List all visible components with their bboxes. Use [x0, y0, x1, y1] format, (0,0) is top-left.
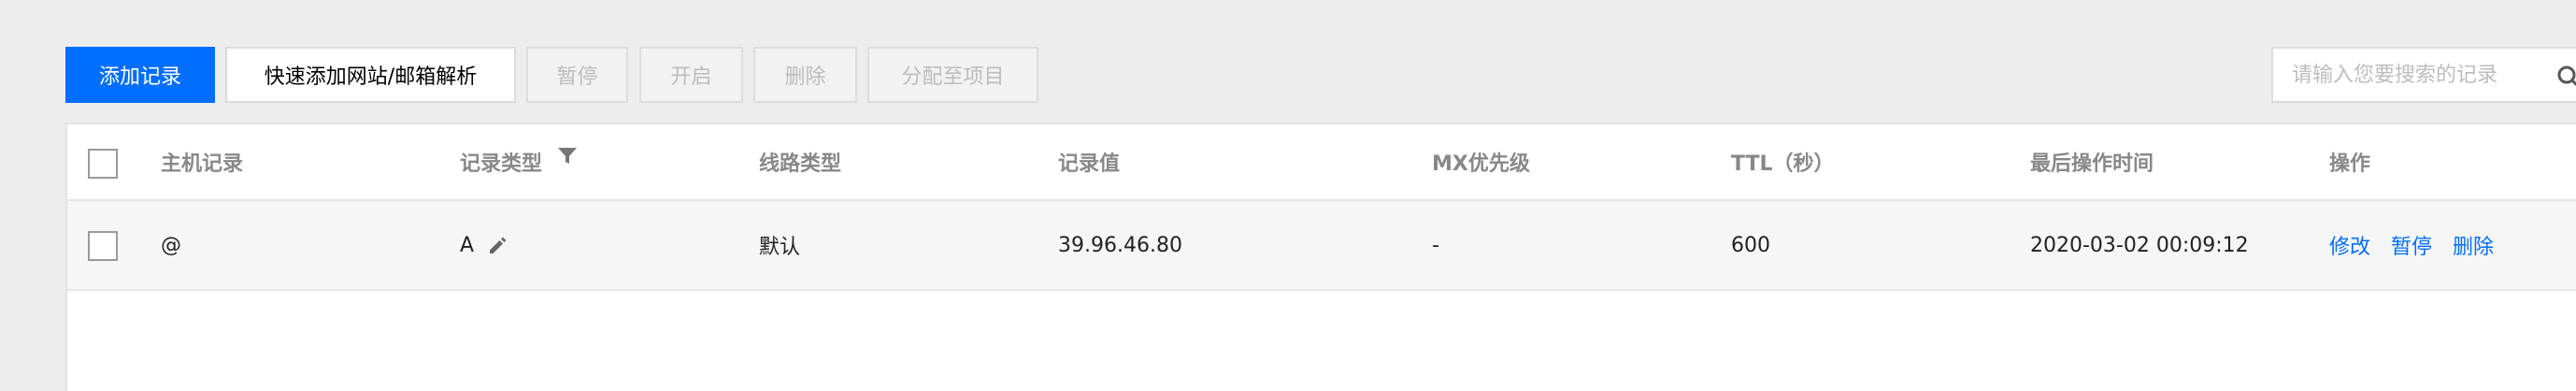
delete-link[interactable]: 删除 [2453, 230, 2494, 260]
header-host: 主机记录 [161, 152, 244, 176]
pause-link[interactable]: 暂停 [2391, 230, 2432, 260]
cell-host: @ [161, 233, 181, 257]
header-updated: 最后操作时间 [2030, 152, 2154, 176]
filter-icon[interactable] [557, 146, 580, 168]
cell-ttl: 600 [1731, 233, 1770, 257]
search-box [2271, 47, 2576, 103]
header-line: 线路类型 [759, 152, 842, 176]
select-all-checkbox[interactable] [88, 149, 118, 179]
add-record-button[interactable]: 添加记录 [65, 47, 215, 103]
cell-updated: 2020-03-02 00:09:12 [2030, 233, 2249, 257]
toolbar: 添加记录 快速添加网站/邮箱解析 暂停 开启 删除 分配至项目 [0, 0, 2576, 122]
header-mx: MX优先级 [1432, 152, 1530, 176]
edit-icon[interactable] [487, 234, 509, 256]
cell-value: 39.96.46.80 [1058, 233, 1182, 257]
table-row: @ A 默认 39.96.46.80 - 600 2020-03-02 00:0… [67, 201, 2576, 291]
header-type[interactable]: 记录类型 [460, 124, 580, 199]
quick-add-button[interactable]: 快速添加网站/邮箱解析 [225, 47, 516, 103]
delete-button[interactable]: 删除 [753, 47, 857, 103]
table-header: 主机记录 记录类型 线路类型 记录值 MX优先级 TTL（秒） 最后操作时间 操… [67, 124, 2576, 201]
cell-mx: - [1432, 233, 1439, 257]
header-value: 记录值 [1058, 152, 1121, 176]
start-button[interactable]: 开启 [639, 47, 743, 103]
header-actions: 操作 [2329, 152, 2371, 176]
search-input[interactable] [2292, 63, 2535, 87]
cell-line: 默认 [759, 236, 801, 259]
row-checkbox[interactable] [88, 231, 118, 261]
cell-actions: 修改 暂停 删除 [2329, 201, 2514, 289]
header-type-label: 记录类型 [460, 152, 543, 176]
header-ttl: TTL（秒） [1731, 152, 1835, 176]
cell-type: A [460, 201, 509, 289]
records-table: 主机记录 记录类型 线路类型 记录值 MX优先级 TTL（秒） 最后操作时间 操… [65, 123, 2576, 391]
cell-type-value: A [460, 233, 475, 257]
search-icon[interactable] [2555, 64, 2576, 90]
assign-project-button[interactable]: 分配至项目 [867, 47, 1038, 103]
edit-link[interactable]: 修改 [2329, 230, 2370, 260]
pause-button[interactable]: 暂停 [526, 47, 628, 103]
